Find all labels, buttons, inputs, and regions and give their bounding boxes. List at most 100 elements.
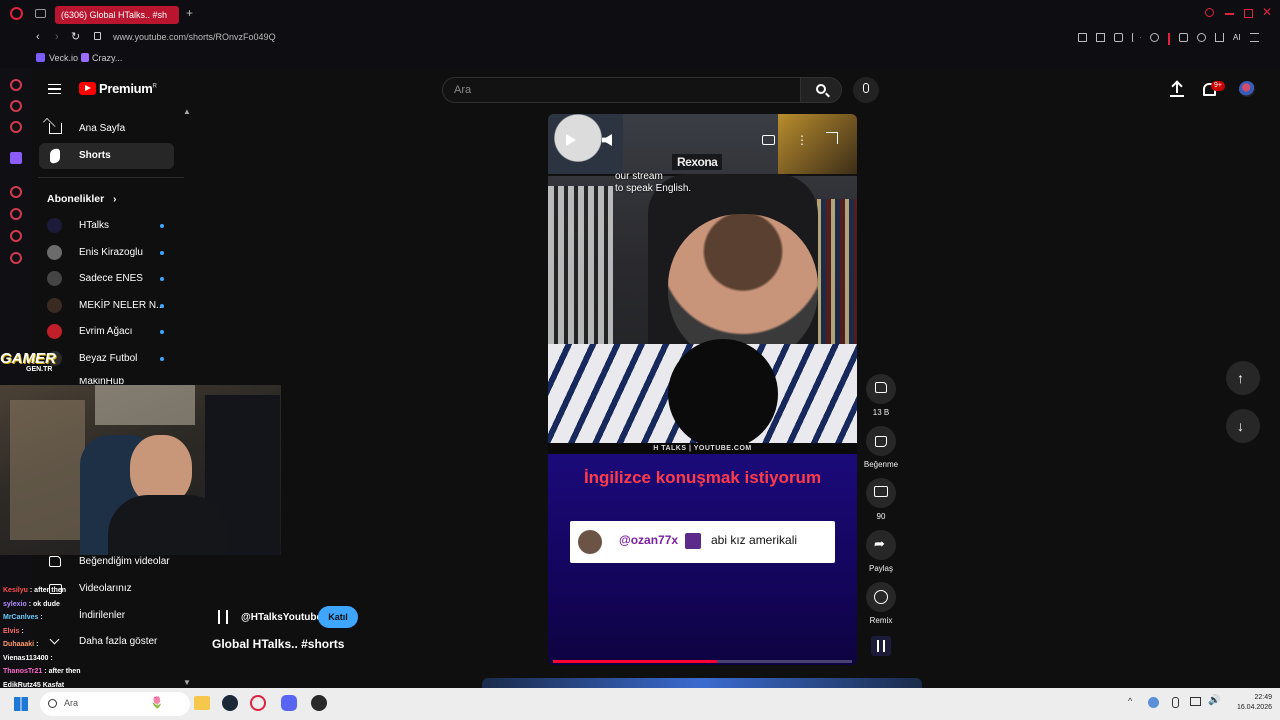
bookmark-veck[interactable]: Veck.io [49,53,78,63]
url-field[interactable]: www.youtube.com/shorts/ROnvzFo049Q [113,32,276,42]
search-input[interactable]: Ara [442,77,800,103]
youtube-logo-icon[interactable] [79,82,96,95]
volume-icon[interactable]: 🔊 [1208,695,1220,706]
start-icon[interactable] [14,697,28,711]
tab-active[interactable]: (6306) Global HTalks.. #sh [55,6,179,24]
chat-message: Kesilyu: after then [3,587,66,594]
jerseys [548,186,613,356]
next-short-preview[interactable] [482,678,922,688]
opera-logo-icon[interactable] [10,7,23,20]
sidebar-item-subscription[interactable]: Evrim Ağacı [39,319,174,345]
tray-app-icon[interactable] [1148,697,1159,708]
bookmark-crazy[interactable]: Crazy... [92,53,122,63]
previous-short-button[interactable]: ↑ [1226,361,1260,395]
sidebar-item-subscription[interactable]: Sadece ENES [39,266,174,292]
history-icon[interactable] [10,208,22,220]
sidebar-item-subscription[interactable]: Enis Kirazoglu [39,240,174,266]
opera-sidebar [0,0,32,688]
channel-avatar [47,244,62,260]
join-button[interactable]: Katıl [318,606,358,628]
crazy-favicon [81,53,89,62]
voice-search-button[interactable] [853,77,879,103]
play-icon[interactable] [1132,33,1141,42]
chat-message: Duhaaaki: [3,641,38,648]
chat-message: sylexio: ok dude [3,601,60,608]
aria-icon[interactable] [10,79,22,91]
wall-light [95,385,195,425]
fullscreen-icon[interactable] [826,132,838,144]
download-icon[interactable] [1215,33,1224,42]
tab-manager-icon[interactable] [35,9,46,18]
chat-username: Duhaaaki [3,641,35,648]
youtube-logo-text[interactable]: PremiumR [99,81,157,96]
profile-icon[interactable] [1197,33,1206,42]
steam-icon[interactable] [222,695,238,711]
webcam-overlay [0,385,281,555]
short-title[interactable]: Global HTalks.. #shorts [212,637,344,651]
mic-icon [863,83,869,93]
discord-icon[interactable] [281,695,297,711]
upload-icon[interactable] [1170,80,1184,97]
player-icon[interactable] [10,186,22,198]
subscriptions-heading[interactable]: Abonelikler › [47,193,116,205]
sidebar-scroll-up-icon[interactable]: ▲ [183,107,191,116]
next-short-button[interactable]: ↓ [1226,409,1260,443]
short-video-player[interactable]: Rexona our stream to speak English. ⋮ H … [548,114,857,665]
dislike-label: Beğenme [863,460,899,469]
snapshot-icon[interactable] [1096,33,1105,42]
sidebar-item-shorts[interactable]: Shorts [39,143,174,169]
search-button[interactable] [800,77,842,103]
tray-display-icon[interactable] [1190,697,1201,706]
search-tabs-icon[interactable] [1205,8,1214,17]
sound-source-avatar[interactable] [871,636,891,656]
easy-setup-icon[interactable] [1114,33,1123,42]
heart-icon[interactable] [10,230,22,242]
back-icon[interactable]: ‹ [36,31,40,43]
remix-button[interactable] [866,582,896,612]
sidebar-item-home[interactable]: Ana Sayfa [39,116,174,142]
captions-icon[interactable] [762,135,775,145]
channel-avatar [47,324,62,340]
news-icon[interactable] [10,121,22,133]
comments-button[interactable] [866,478,896,508]
settings-icon[interactable] [10,252,22,264]
opera-gx-icon[interactable] [250,695,266,711]
channel-avatar[interactable] [212,606,236,628]
extensions-icon[interactable] [1179,33,1188,42]
new-tab-icon[interactable]: + [186,6,193,20]
channel-handle[interactable]: @HTalksYoutube [241,612,322,623]
heart-outline-icon[interactable] [1150,33,1159,42]
progress-track[interactable] [553,660,852,663]
menu-icon[interactable] [1249,33,1259,42]
maximize-icon[interactable] [1244,9,1253,18]
hamburger-icon[interactable] [48,84,61,94]
sidebar-item-subscription[interactable]: HTalks [39,213,174,239]
pin-icon[interactable] [1078,33,1087,42]
games-icon[interactable] [10,100,22,112]
ai-icon[interactable]: AI [1233,33,1241,45]
close-icon[interactable]: ✕ [1262,5,1272,19]
tray-overflow-icon[interactable]: ^ [1128,696,1132,706]
search-icon [48,699,57,708]
reload-icon[interactable]: ↻ [71,30,80,43]
sidebar-scroll-down-icon[interactable]: ▼ [183,678,191,687]
sidebar-item-show-more[interactable]: Daha fazla göster [39,629,174,655]
taskbar-clock[interactable]: 22:49 16.04.2026 [1222,693,1272,713]
more-options-icon[interactable]: ⋮ [796,134,808,146]
shelf-left [10,400,85,540]
sidebar-item-subscription[interactable]: MEKİP NELER N... [39,293,174,319]
tray-mic-icon[interactable] [1172,697,1179,708]
member-badge-icon [685,533,701,549]
twitch-icon[interactable] [10,152,22,164]
taskbar-search[interactable]: Ara 🌷 [40,692,190,716]
obs-icon[interactable] [311,695,327,711]
file-explorer-icon[interactable] [194,696,210,710]
like-button[interactable] [866,374,896,404]
share-button[interactable]: ➦ [866,530,896,560]
account-avatar[interactable] [1239,81,1255,97]
forward-icon[interactable]: › [55,31,59,43]
play-pause-icon[interactable] [566,134,576,146]
minimize-icon[interactable] [1225,13,1234,15]
dislike-button[interactable] [866,426,896,456]
channel-avatar [47,271,62,287]
